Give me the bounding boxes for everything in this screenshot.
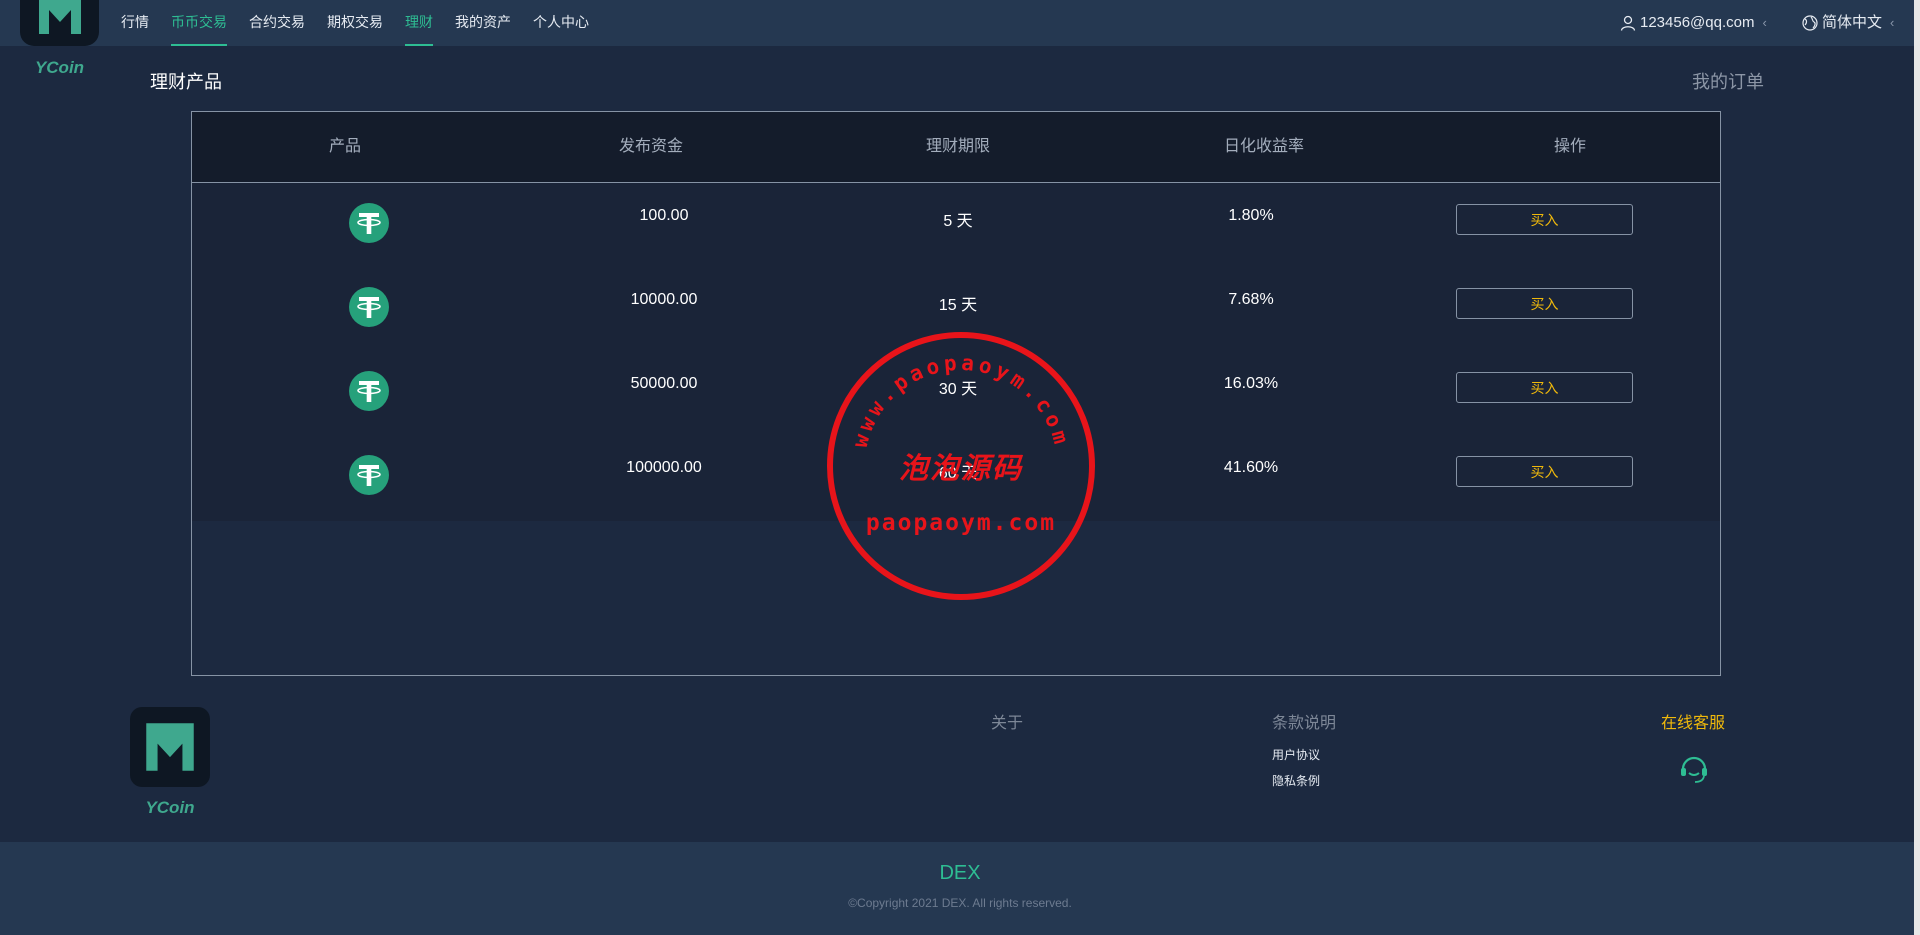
rate-cell: 1.80% [1228, 207, 1274, 224]
brand-name: YCoin [34, 58, 85, 77]
page-scrollbar[interactable] [1914, 0, 1920, 935]
main-nav: 行情 币币交易 合约交易 期权交易 理财 我的资产 个人中心 [121, 0, 611, 46]
footer-brand-name: YCoin [145, 798, 195, 817]
language-selector[interactable]: 简体中文 ‹ [1802, 0, 1894, 46]
buy-button[interactable]: 买入 [1456, 456, 1633, 487]
term-cell: 30 天 [938, 381, 978, 398]
table-row: 50000.00 30 天 16.03% 买入 [192, 351, 1720, 435]
ycoin-logo-mark [146, 723, 194, 771]
footer-logo [130, 707, 210, 787]
my-orders-link[interactable]: 我的订单 [1692, 68, 1764, 94]
footer-terms-title: 条款说明 [1272, 715, 1337, 732]
tether-icon [349, 287, 389, 327]
page-title: 理财产品 [150, 72, 222, 92]
chevron-left-icon: ‹ [1762, 15, 1767, 30]
top-navbar: 行情 币币交易 合约交易 期权交易 理财 我的资产 个人中心 123456@qq… [0, 0, 1920, 46]
column-header-term: 理财期限 [925, 138, 991, 155]
tether-icon [349, 455, 389, 495]
nav-market[interactable]: 行情 [121, 0, 149, 46]
amount-cell: 100000.00 [626, 459, 702, 476]
tether-icon [349, 203, 389, 243]
buy-button[interactable]: 买入 [1456, 204, 1633, 235]
rate-cell: 7.68% [1228, 291, 1274, 308]
nav-contract-trading[interactable]: 合约交易 [249, 0, 305, 46]
term-cell: 5 天 [943, 213, 973, 230]
nav-my-assets[interactable]: 我的资产 [455, 0, 511, 46]
user-icon [1620, 15, 1636, 31]
user-menu[interactable]: 123456@qq.com ‹ [1620, 0, 1767, 46]
term-cell: 60 天 [938, 465, 978, 482]
tether-icon [349, 371, 389, 411]
chevron-left-icon: ‹ [1890, 15, 1895, 30]
ycoin-logo-mark [39, 0, 81, 34]
headset-icon[interactable] [1677, 751, 1711, 785]
table-row: 10000.00 15 天 7.68% 买入 [192, 267, 1720, 351]
online-service-title: 在线客服 [1661, 715, 1726, 732]
buy-button[interactable]: 买入 [1456, 372, 1633, 403]
column-header-rate: 日化收益率 [1223, 138, 1305, 155]
nav-spot-trading[interactable]: 币币交易 [171, 0, 227, 46]
table-row: 100.00 5 天 1.80% 买入 [192, 183, 1720, 267]
privacy-policy-link[interactable]: 隐私条例 [1272, 772, 1320, 789]
products-table: 产品 发布资金 理财期限 日化收益率 操作 100.00 5 天 1.80% 买… [191, 111, 1721, 676]
globe-icon [1802, 15, 1818, 31]
term-cell: 15 天 [938, 297, 978, 314]
nav-profile[interactable]: 个人中心 [533, 0, 589, 46]
language-label: 简体中文 [1822, 14, 1883, 31]
user-email: 123456@qq.com [1640, 14, 1755, 31]
copyright-text: ©Copyright 2021 DEX. All rights reserved… [848, 896, 1072, 910]
footer-about: 关于 [991, 715, 1024, 732]
rate-cell: 41.60% [1223, 459, 1279, 476]
amount-cell: 10000.00 [630, 291, 698, 308]
nav-wealth[interactable]: 理财 [405, 0, 433, 46]
buy-button[interactable]: 买入 [1456, 288, 1633, 319]
ycoin-logo[interactable] [20, 0, 99, 46]
amount-cell: 50000.00 [630, 375, 698, 392]
user-agreement-link[interactable]: 用户协议 [1272, 746, 1320, 763]
column-header-product: 产品 [328, 138, 362, 155]
rate-cell: 16.03% [1223, 375, 1279, 392]
bottom-bar: DEX ©Copyright 2021 DEX. All rights rese… [0, 842, 1920, 935]
column-header-action: 操作 [1553, 138, 1587, 155]
table-row: 100000.00 60 天 41.60% 买入 [192, 435, 1720, 519]
nav-options-trading[interactable]: 期权交易 [327, 0, 383, 46]
table-header: 产品 发布资金 理财期限 日化收益率 操作 [192, 112, 1720, 183]
amount-cell: 100.00 [639, 207, 689, 224]
column-header-amount: 发布资金 [618, 138, 684, 155]
site-name: DEX [939, 862, 981, 884]
